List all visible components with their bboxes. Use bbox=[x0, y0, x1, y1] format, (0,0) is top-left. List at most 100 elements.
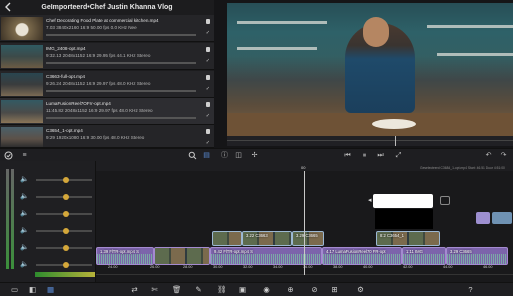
speaker-icon[interactable]: 🔈 bbox=[20, 260, 29, 268]
ruler-label: 46.00 bbox=[483, 265, 493, 269]
volume-knob[interactable] bbox=[63, 262, 69, 268]
search-icon[interactable] bbox=[188, 151, 197, 160]
link-icon[interactable]: ⛓ bbox=[217, 285, 227, 295]
timeline-clip[interactable]: 8:2 C3654_1 bbox=[376, 231, 440, 246]
undo-icon[interactable]: ↶ bbox=[484, 151, 493, 160]
timeline-clip[interactable]: 4.17 LumaFusionReel70 FR-opt bbox=[322, 247, 402, 265]
clip-info: 9:29 1920x1080 16:9 30.00 fps 48.0 KHz S… bbox=[46, 135, 145, 140]
clip-options-icon[interactable] bbox=[440, 196, 450, 205]
overwrite-icon[interactable]: ◧ bbox=[28, 285, 37, 295]
speaker-icon[interactable]: 🔈 bbox=[20, 209, 29, 217]
play-icon[interactable]: ⏸ bbox=[360, 151, 369, 160]
trim-handles-icon[interactable]: ◂ bbox=[368, 196, 372, 204]
track-header: 🔈 bbox=[0, 189, 96, 206]
layers-icon[interactable]: ▤ bbox=[202, 151, 211, 160]
selected-clip[interactable] bbox=[373, 194, 433, 208]
edit-icon[interactable]: ✎ bbox=[194, 285, 203, 295]
track-header: 🔈 bbox=[0, 223, 96, 240]
add-icon[interactable]: ⊕ bbox=[286, 285, 295, 295]
move-icon[interactable]: ⇄ bbox=[130, 285, 139, 295]
skip-back-icon[interactable]: ⏮ bbox=[343, 151, 352, 160]
ruler-label: 26.00 bbox=[150, 265, 160, 269]
chef-head bbox=[363, 17, 389, 47]
video-preview[interactable] bbox=[227, 3, 513, 136]
timeline-clip[interactable]: 1.39 FlTR-opt.mp4 S bbox=[96, 247, 154, 265]
clip-thumbnail bbox=[1, 127, 43, 147]
clip-label: 4.17 LumaFusionReel70 FR-opt bbox=[326, 249, 386, 254]
master-audio-meter bbox=[35, 272, 95, 277]
clip-row[interactable]: Chef Decorating Food Plate at commercial… bbox=[0, 15, 214, 42]
clip-flag-icon bbox=[206, 19, 210, 24]
check-icon: ✓ bbox=[205, 30, 210, 36]
snapshot-icon[interactable]: ▣ bbox=[238, 285, 247, 295]
clip-row[interactable]: LumaFusionReel7OFrr-opt.mp4 11:45.82 204… bbox=[0, 98, 214, 125]
timeline-clip[interactable]: 9.42 FlTR-opt.mp4 S bbox=[210, 247, 322, 265]
volume-knob[interactable] bbox=[63, 228, 69, 234]
export-icon[interactable]: ⊞ bbox=[330, 285, 339, 295]
clip-thumbstrip bbox=[213, 232, 241, 245]
settings-icon[interactable]: ⚙ bbox=[356, 285, 365, 295]
check-circle-icon[interactable] bbox=[4, 151, 13, 160]
clip-row[interactable]: C3654_1-opt.mp4 9:29 1920x1080 16:9 30.0… bbox=[0, 125, 214, 148]
info-icon[interactable]: ⓘ bbox=[220, 151, 229, 160]
timeline-clip[interactable]: 1:11 IMG bbox=[402, 247, 446, 265]
speaker-icon[interactable]: 🔈 bbox=[20, 243, 29, 251]
crop-icon[interactable]: ◫ bbox=[234, 151, 243, 160]
redo-icon[interactable]: ↷ bbox=[499, 151, 508, 160]
upper-clip[interactable] bbox=[492, 212, 512, 224]
volume-knob[interactable] bbox=[63, 211, 69, 217]
speaker-icon[interactable]: 🔈 bbox=[20, 175, 29, 183]
ruler-label: 42.00 bbox=[403, 265, 413, 269]
usage-bar bbox=[46, 34, 196, 36]
fullscreen-icon[interactable]: ⤢ bbox=[394, 151, 403, 160]
ruler-label: 30.00 bbox=[213, 265, 223, 269]
volume-knob[interactable] bbox=[63, 194, 69, 200]
grid-icon[interactable]: ▦ bbox=[46, 285, 55, 295]
timeline-clip[interactable]: 3.29 C3665 bbox=[446, 247, 508, 265]
back-icon[interactable] bbox=[4, 2, 12, 12]
scrub-track bbox=[227, 140, 513, 141]
menu-icon[interactable]: ≡ bbox=[20, 151, 29, 160]
clip-row[interactable]: C3663-full-opt.mp4 9:26.24 2048x1152 16:… bbox=[0, 71, 214, 98]
marker-icon[interactable]: ◉ bbox=[262, 285, 271, 295]
check-icon: ✓ bbox=[205, 86, 210, 92]
usage-bar bbox=[46, 117, 196, 119]
adjust-icon[interactable]: ⊘ bbox=[310, 285, 319, 295]
delete-icon[interactable]: 🗑 bbox=[172, 285, 182, 295]
help-icon[interactable]: ? bbox=[466, 285, 475, 295]
viewer-scrubber[interactable] bbox=[227, 136, 513, 146]
usage-bar bbox=[46, 62, 196, 64]
timeline-clip[interactable]: 3.29 C3665 bbox=[292, 231, 324, 246]
clip-name: Chef Decorating Food Plate at commercial… bbox=[46, 18, 159, 23]
clip-info: 9:32.13 2048x1152 16:9 29.95 fps 44.1 KH… bbox=[46, 53, 151, 58]
kitchen-counter bbox=[227, 113, 513, 136]
timeline-info: Geselecteerd C3684_1-opt.mp4 Start: 46.5… bbox=[420, 166, 505, 170]
waveform bbox=[323, 254, 401, 264]
title-clip[interactable] bbox=[476, 212, 490, 224]
timeline-playhead[interactable] bbox=[304, 171, 305, 275]
clip-flag-icon bbox=[206, 102, 210, 107]
clip-row[interactable]: IMG_2408-opt.mp4 9:32.13 2048x1152 16:9 … bbox=[0, 43, 214, 70]
timeline-clip[interactable]: 3.22 C3663 bbox=[242, 231, 292, 246]
timeline-clip[interactable] bbox=[154, 247, 210, 265]
transform-icon[interactable]: ✢ bbox=[250, 151, 259, 160]
food-plate bbox=[372, 119, 416, 129]
media-icon[interactable]: ▭ bbox=[10, 285, 19, 295]
split-icon[interactable]: ✄ bbox=[150, 285, 159, 295]
speaker-icon[interactable]: 🔈 bbox=[20, 192, 29, 200]
viewer-playhead[interactable] bbox=[395, 136, 396, 146]
clip-info: 9:26.24 2048x1152 16:9 29.97 fps 48.0 KH… bbox=[46, 81, 151, 86]
volume-knob[interactable] bbox=[63, 177, 69, 183]
timeline-clip[interactable] bbox=[212, 231, 242, 246]
waveform bbox=[447, 254, 507, 264]
speaker-icon[interactable]: 🔈 bbox=[20, 226, 29, 234]
kitchen-shelf bbox=[427, 25, 513, 28]
clip-label: 8:2 C3654_1 bbox=[380, 233, 404, 238]
skip-forward-icon[interactable]: ⏭ bbox=[376, 151, 385, 160]
clip-info: 7.03 3840x2160 16:9 50.00 fps 0.0 KHz Ne… bbox=[46, 25, 137, 30]
clip-name: IMG_2408-opt.mp4 bbox=[46, 46, 86, 51]
volume-knob[interactable] bbox=[63, 245, 69, 251]
check-icon: ✓ bbox=[205, 58, 210, 64]
clip-flag-icon bbox=[206, 75, 210, 80]
clip-label: 1:11 IMG bbox=[406, 249, 423, 254]
